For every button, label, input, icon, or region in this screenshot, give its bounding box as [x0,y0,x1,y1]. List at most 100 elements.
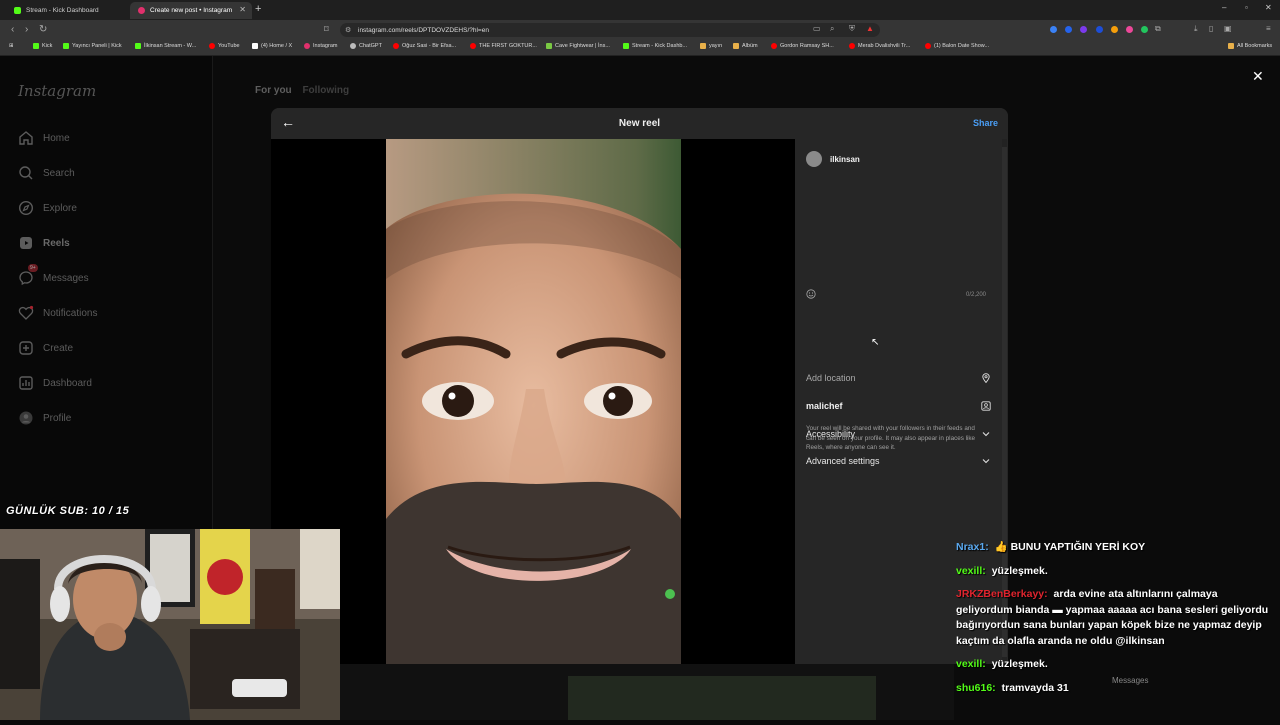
extension-icon[interactable] [1096,26,1103,33]
extension-icon[interactable] [1141,26,1148,33]
folder-icon [1228,43,1234,49]
chat-username: vexill: [956,564,986,577]
sidebar-item-label: Profile [43,412,72,424]
sidebar-item-home[interactable]: Home [18,130,70,146]
sidebar-item-label: Messages [43,272,89,284]
wallet-icon[interactable]: ▣ [1224,24,1232,33]
close-window-icon[interactable]: ✕ [1265,3,1272,12]
bookmark-label: İlkinsan Stream - W... [144,43,197,49]
tab-following[interactable]: Following [302,85,349,96]
reload-icon[interactable]: ↻ [39,24,47,35]
extension-icon[interactable] [1126,26,1133,33]
minimize-icon[interactable]: – [1222,3,1226,12]
rewards-icon[interactable]: ▲ [866,24,874,33]
url-field[interactable]: instagram.com/reels/DPTDOVZDEHS/?hl=en [340,23,880,37]
tab-for-you[interactable]: For you [255,85,292,96]
bookmark-item[interactable]: Yayıncı Paneli | Kick [63,43,122,49]
sidebar-item-label: Search [43,167,75,179]
bookmark-item[interactable]: Merab Dvalishvili Tr... [849,43,910,49]
instagram-logo[interactable]: Instagram [18,82,96,100]
sidebar-item-explore[interactable]: Explore [18,200,77,216]
restore-icon[interactable]: ▫ [1245,3,1248,12]
bookmark-item[interactable]: Gordon Ramsay SH... [771,43,834,49]
bookmark-item[interactable]: Stream - Kick Dashb... [623,43,687,49]
sidebar-item-profile[interactable]: Profile [18,410,71,426]
x-icon [252,43,258,49]
bookmarks-bar: ⊞ Kick Yayıncı Paneli | Kick İlkinsan St… [0,40,1280,56]
bookmark-item[interactable]: YouTube [209,43,240,49]
extension-icon[interactable] [1050,26,1057,33]
back-icon[interactable]: ‹ [11,24,14,35]
bookmark-label: Kick [42,43,53,49]
chat-message: vexill: yüzleşmek. [956,564,1276,580]
chat-username: vexill: [956,658,986,670]
youtube-icon [771,43,777,49]
instagram-icon [304,43,310,49]
stream-bottom-strip [340,664,954,720]
profile-icon [19,411,33,425]
close-tab-icon[interactable]: ✕ [239,5,246,14]
bookmark-item[interactable]: Instagram [304,43,337,49]
brave-shield-icon[interactable]: ⛨ [849,24,855,34]
bookmark-folder[interactable]: yayın [700,43,722,49]
all-bookmarks-folder[interactable]: All Bookmarks [1228,43,1272,49]
bookmark-page-icon[interactable]: ⌑ [324,24,329,35]
youtube-icon [925,43,931,49]
bookmark-label: (1) Balon Date Show... [934,43,990,49]
bookmark-item[interactable]: Oğuz Sasi - Bir Efsa... [393,43,456,49]
folder-icon [733,43,739,49]
advanced-settings-label: Advanced settings [806,456,880,466]
bookmark-item[interactable]: Cave Fightwear | İns... [546,43,610,49]
search-icon [19,166,33,180]
collaborator-row[interactable]: malichef [806,401,991,411]
sidebar-item-search[interactable]: Search [18,165,75,181]
chart-icon [19,376,33,390]
sidebar-item-create[interactable]: Create [18,340,73,356]
extension-icon[interactable] [1065,26,1072,33]
cast-icon[interactable]: ▭ [813,24,821,33]
sidebar-item-messages[interactable]: 9+ Messages [18,264,89,286]
webcam-scene [0,529,340,720]
extension-icon[interactable] [1080,26,1087,33]
sidebar-toggle-icon[interactable]: ▯ [1209,24,1213,33]
bookmark-item[interactable]: THE FIRST GOKTUR... [470,43,537,49]
forward-icon[interactable]: › [25,24,28,35]
sidebar-item-notifications[interactable]: Notifications [18,305,97,321]
extensions-puzzle-icon[interactable]: ⧉ [1155,24,1161,34]
zoom-icon[interactable]: ⌕ [830,24,834,34]
emoji-icon[interactable] [806,289,816,299]
reel-preview[interactable] [271,139,795,664]
extension-icon[interactable] [1111,26,1118,33]
add-location-row[interactable]: Add location [806,373,991,383]
tab-title: Stream - Kick Dashboard [26,7,99,14]
close-modal-icon[interactable]: ✕ [1252,68,1264,85]
kick-icon [63,43,69,49]
share-button[interactable]: Share [973,118,998,128]
bookmark-label: ChatGPT [359,43,382,49]
menu-icon[interactable]: ≡ [1266,24,1271,33]
modal-header: ← New reel Share [271,108,1008,140]
browser-tab-instagram[interactable]: Create new post • Instagram ✕ [130,2,252,19]
bookmark-item[interactable]: Kick [33,43,52,49]
apps-grid-icon[interactable]: ⊞ [9,43,14,49]
kick-icon [623,43,629,49]
sidebar-item-reels[interactable]: Reels [18,235,70,251]
add-location-label: Add location [806,373,856,383]
bookmark-item[interactable]: İlkinsan Stream - W... [135,43,196,49]
sidebar-item-dashboard[interactable]: Dashboard [18,375,92,391]
sidebar-item-label: Explore [43,202,77,214]
bookmark-folder[interactable]: Albüm [733,43,758,49]
bookmark-item[interactable]: ChatGPT [350,43,382,49]
advanced-settings-row[interactable]: Advanced settings [806,456,991,466]
browser-tab-kick-dashboard[interactable]: Stream - Kick Dashboard [6,2,128,19]
bookmark-item[interactable]: (4) Home / X [252,43,292,49]
download-icon[interactable]: ⤓ [1194,24,1198,34]
youtube-icon [393,43,399,49]
plus-square-icon [19,341,33,355]
new-tab-icon[interactable]: + [255,3,261,15]
tag-people-icon [981,401,991,411]
bookmark-item[interactable]: (1) Balon Date Show... [925,43,989,49]
site-info-icon[interactable]: ⚙ [345,26,351,34]
bookmark-label: Cave Fightwear | İns... [555,43,610,49]
bookmark-label: Stream - Kick Dashb... [632,43,688,49]
